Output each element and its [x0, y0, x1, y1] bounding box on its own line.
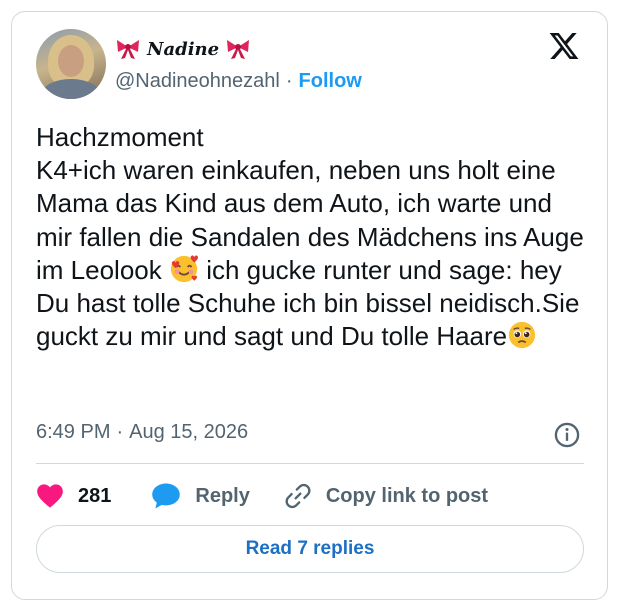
tweet-date[interactable]: Aug 15, 2026: [129, 421, 248, 444]
pleading-face-icon: [509, 322, 536, 349]
tweet-time[interactable]: 6:49 PM: [36, 421, 110, 444]
read-replies-button[interactable]: Read 7 replies: [36, 525, 584, 573]
display-name[interactable]: Nadine: [147, 39, 219, 60]
tweet-timestamp[interactable]: 6:49 PM · Aug 15, 2026: [36, 421, 248, 444]
ribbon-bow-icon: [227, 40, 250, 59]
action-bar: 281 Reply Copy link to post: [36, 480, 488, 512]
separator-dot: ·: [285, 70, 293, 92]
info-icon[interactable]: [553, 421, 581, 449]
reply-bubble-icon: [152, 483, 181, 509]
heart-icon: [37, 484, 63, 508]
reply-button[interactable]: Reply: [151, 482, 250, 510]
link-icon: [285, 483, 311, 509]
tweet-line-heading: Hachzmoment: [36, 122, 204, 152]
avatar[interactable]: [36, 29, 106, 99]
user-handle[interactable]: @Nadineohnezahl: [115, 70, 280, 93]
ribbon-bow-icon: [117, 40, 139, 59]
copy-link-label: Copy link to post: [325, 484, 489, 507]
reply-label: Reply: [195, 484, 250, 507]
read-replies-label: Read 7 replies: [245, 538, 375, 559]
smiling-face-with-hearts-icon: [170, 255, 199, 282]
separator-dot: ·: [116, 421, 124, 443]
tweet-text: Hachzmoment K4+ich waren einkaufen, nebe…: [36, 121, 586, 353]
author-name-row[interactable]: Nadine: [115, 34, 251, 64]
follow-button[interactable]: Follow: [299, 70, 362, 93]
like-button[interactable]: 281: [36, 483, 111, 509]
divider: [36, 463, 584, 464]
handle-row: @Nadineohnezahl · Follow: [115, 70, 362, 93]
like-count: 281: [78, 484, 112, 507]
x-logo-icon[interactable]: [548, 30, 580, 62]
copy-link-button[interactable]: Copy link to post: [284, 482, 488, 510]
